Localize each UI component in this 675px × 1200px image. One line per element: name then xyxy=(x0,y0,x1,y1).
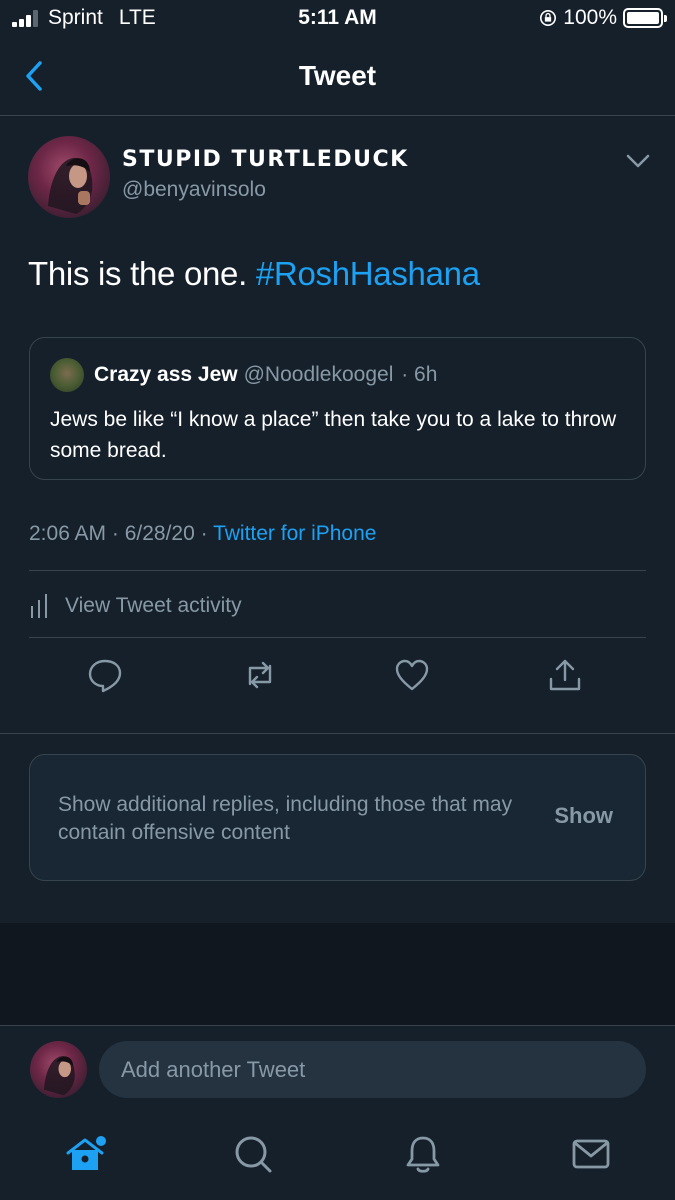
hashtag-link[interactable]: #RoshHashana xyxy=(256,255,480,292)
user-avatar[interactable] xyxy=(30,1041,87,1098)
chevron-down-icon[interactable] xyxy=(624,150,652,172)
tab-bar xyxy=(0,1113,675,1200)
reply-input[interactable] xyxy=(99,1041,646,1098)
page-title: Tweet xyxy=(298,60,377,91)
retweet-icon[interactable] xyxy=(242,657,278,693)
author-avatar[interactable] xyxy=(28,136,110,218)
activity-bars-icon xyxy=(31,594,47,618)
share-icon[interactable] xyxy=(547,657,583,693)
status-right: 100% xyxy=(539,6,667,30)
like-icon[interactable] xyxy=(394,657,430,693)
battery-icon xyxy=(623,8,667,28)
timestamp-text: 2:06 AM · 6/28/20 · xyxy=(29,522,214,545)
view-tweet-activity-button[interactable]: View Tweet activity xyxy=(29,590,242,622)
tweet-body: This is the one. xyxy=(28,255,256,292)
reply-icon[interactable] xyxy=(87,657,123,693)
additional-replies-text: Show additional replies, including those… xyxy=(58,793,513,844)
battery-percent: 100% xyxy=(563,6,617,29)
orientation-lock-icon xyxy=(540,9,557,27)
quoted-author-avatar xyxy=(50,358,84,392)
tweet-timestamp: 2:06 AM · 6/28/20 · Twitter for iPhone xyxy=(29,522,376,546)
status-bar: Sprint LTE 5:11 AM 100% xyxy=(0,0,675,40)
additional-replies-notice: Show additional replies, including those… xyxy=(29,754,646,881)
author-display-name[interactable]: STUPID TURTLEDUCK xyxy=(122,147,409,172)
divider xyxy=(29,637,646,638)
avatar-art xyxy=(48,157,93,214)
user-avatar-art xyxy=(43,1056,75,1096)
header: Tweet xyxy=(0,40,675,116)
notifications-icon[interactable] xyxy=(402,1133,444,1175)
quoted-tweet-header: Crazy ass Jew @Noodlekoogel · 6h xyxy=(94,363,437,387)
home-icon[interactable] xyxy=(64,1133,106,1175)
section-divider xyxy=(0,733,675,734)
reply-composer xyxy=(0,1025,675,1113)
source-link[interactable]: Twitter for iPhone xyxy=(213,522,376,545)
quoted-tweet-time: · 6h xyxy=(401,363,438,386)
quoted-author-name: Crazy ass Jew xyxy=(94,363,238,386)
messages-icon[interactable] xyxy=(570,1133,612,1175)
activity-label: View Tweet activity xyxy=(65,594,242,617)
battery-fill xyxy=(627,12,659,24)
author-handle[interactable]: @benyavinsolo xyxy=(122,178,266,202)
tweet-text: This is the one. #RoshHashana xyxy=(28,255,480,293)
empty-space xyxy=(0,923,675,1025)
quoted-tweet[interactable]: Crazy ass Jew @Noodlekoogel · 6h Jews be … xyxy=(29,337,646,480)
divider xyxy=(29,570,646,571)
search-icon[interactable] xyxy=(232,1133,274,1175)
show-replies-button[interactable]: Show xyxy=(554,803,613,829)
quoted-tweet-text: Jews be like “I know a place” then take … xyxy=(50,408,617,462)
quoted-author-handle: @Noodlekoogel xyxy=(243,363,394,386)
